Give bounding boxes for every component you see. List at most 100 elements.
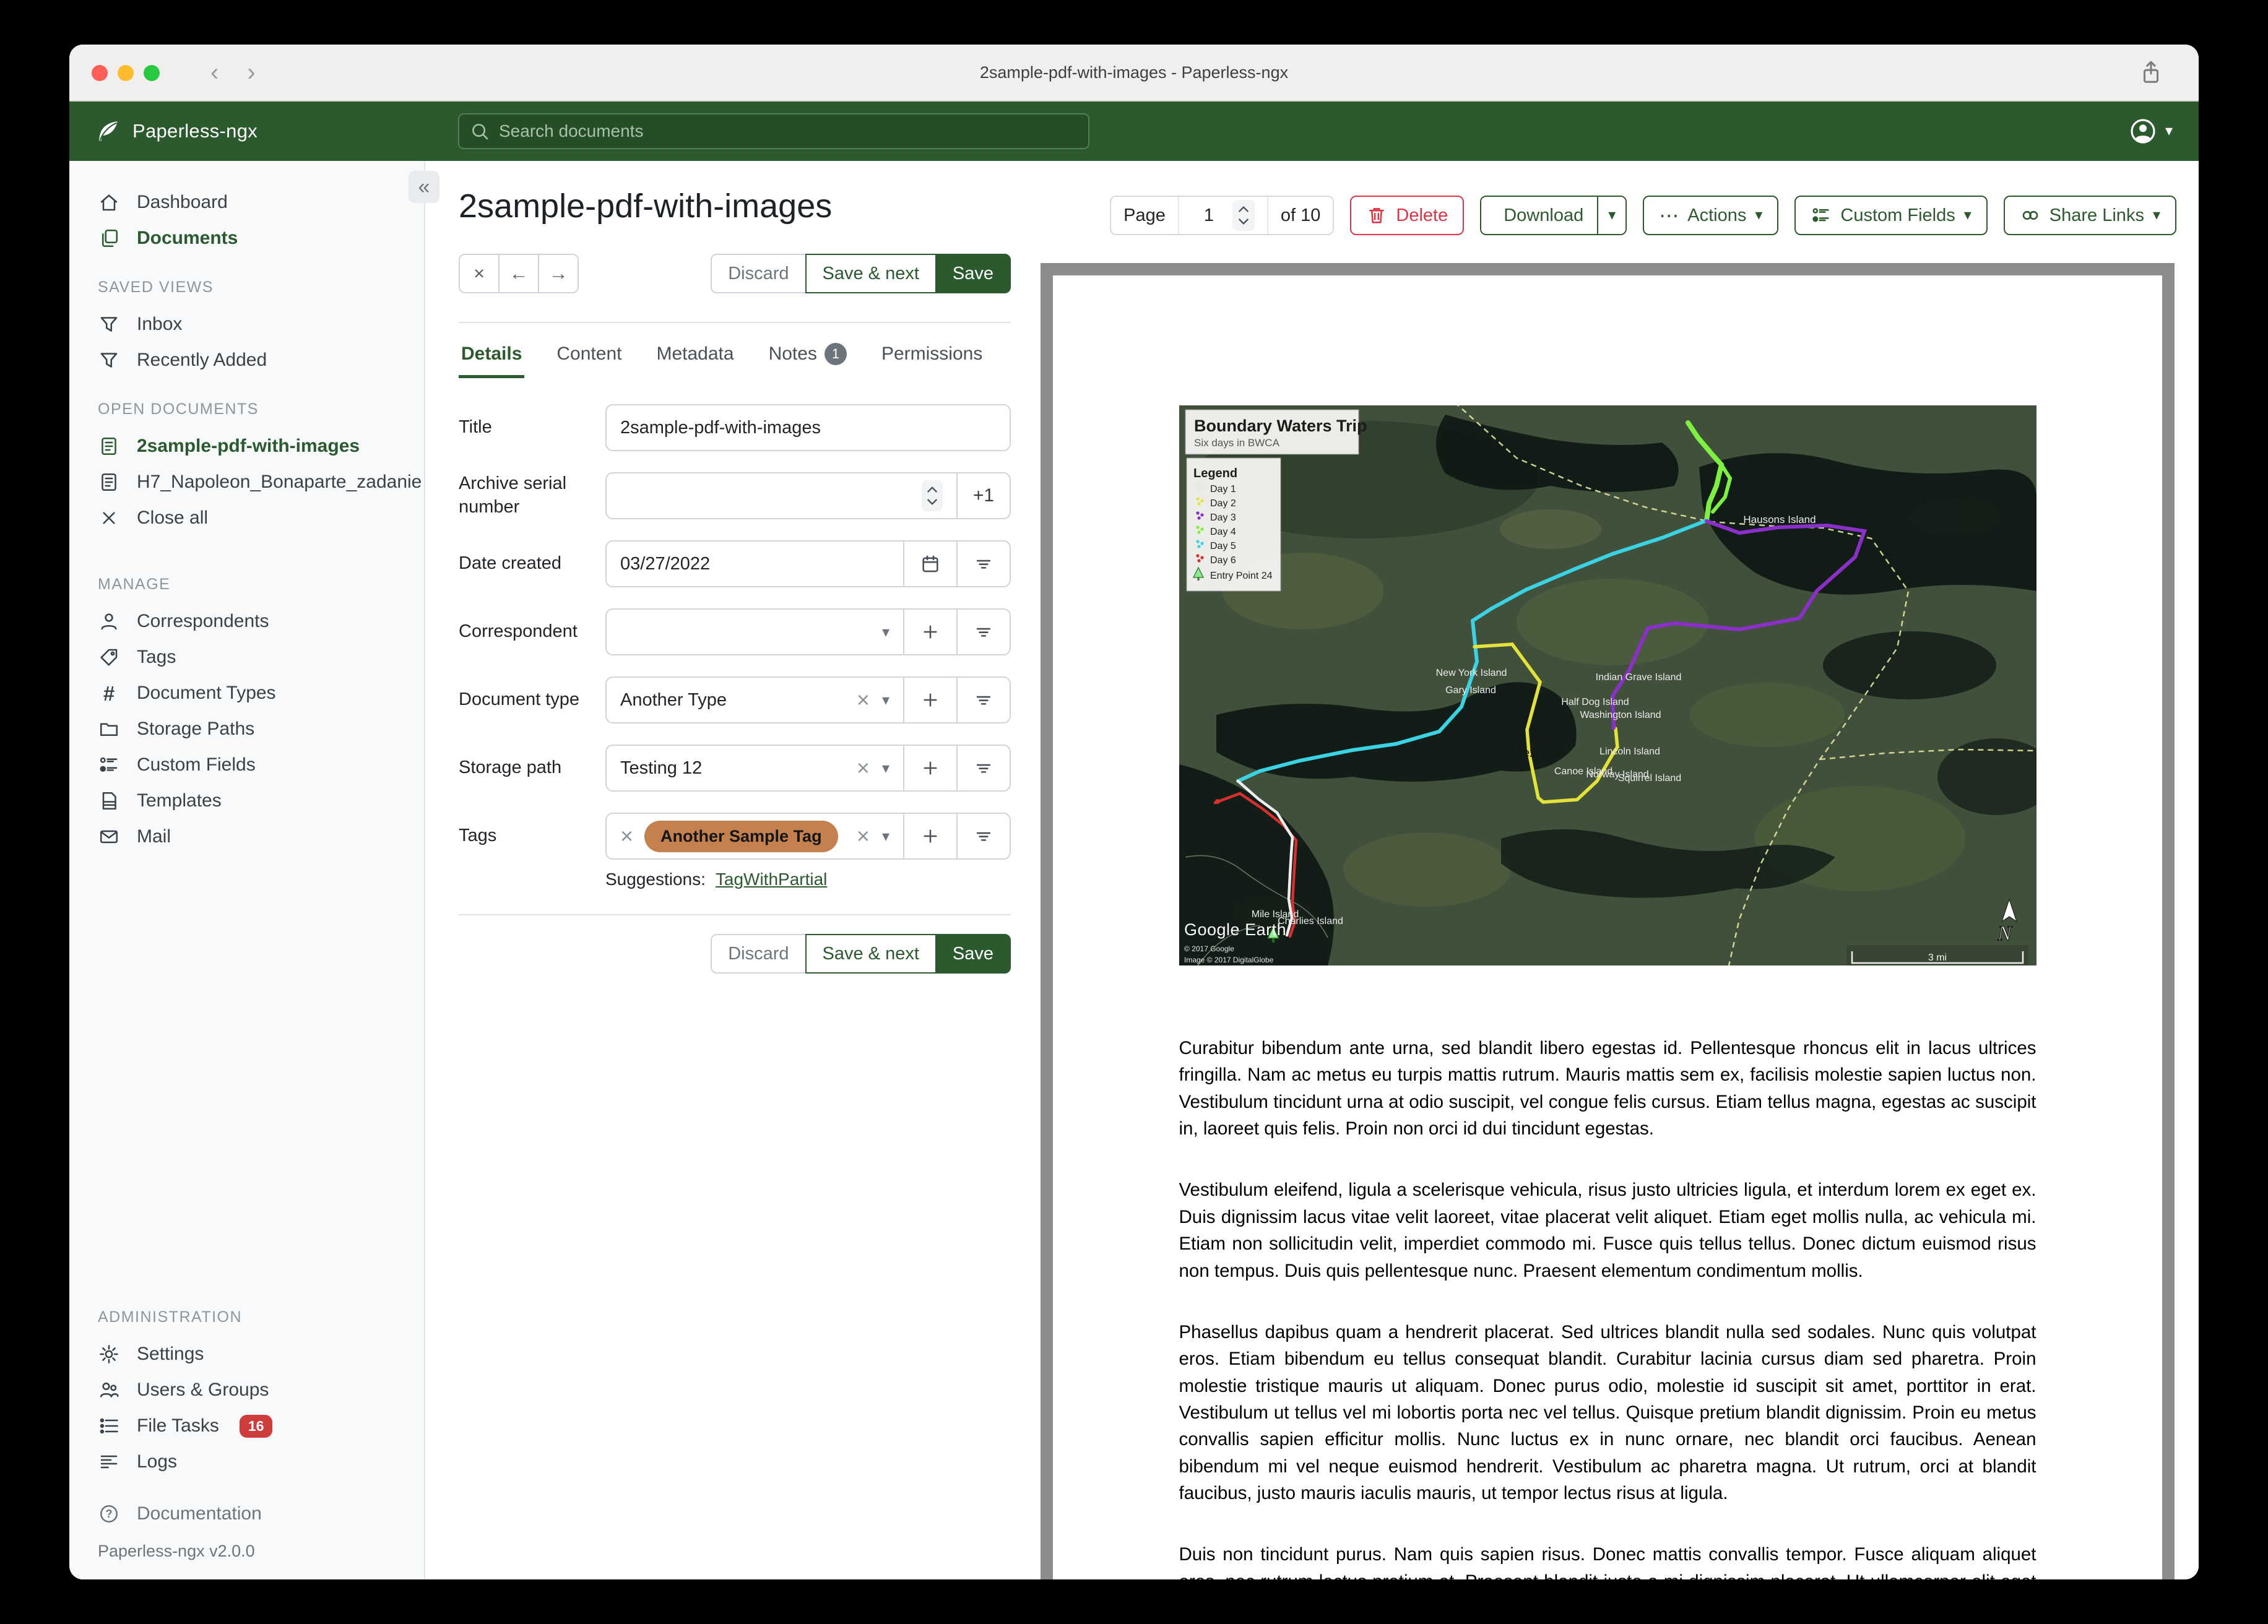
close-document-button[interactable]: × — [459, 254, 500, 293]
sidebar-item-users-groups[interactable]: Users & Groups — [69, 1372, 424, 1408]
divider — [459, 914, 1011, 915]
sidebar-item-label: Mail — [137, 826, 171, 847]
asn-plus-one-button[interactable]: +1 — [956, 473, 1010, 518]
sidebar-item-label: File Tasks — [137, 1415, 219, 1436]
search-input[interactable] — [499, 121, 1078, 141]
remove-tag-icon[interactable]: × — [620, 825, 633, 847]
chevron-down-icon: ▾ — [1963, 207, 1972, 223]
add-storage-path-button[interactable] — [903, 746, 956, 790]
asn-field-label: Archive serial number — [459, 473, 567, 517]
sidebar-item-documentation[interactable]: ? Documentation — [69, 1496, 424, 1532]
previous-document-button[interactable]: ← — [498, 254, 539, 293]
sidebar-item-storage-paths[interactable]: Storage Paths — [69, 711, 424, 747]
map-subtitle: Six days in BWCA — [1194, 437, 1280, 449]
next-document-button[interactable]: → — [538, 254, 579, 293]
share-links-button[interactable]: Share Links ▾ — [2003, 196, 2176, 235]
storage-path-select[interactable]: Testing 12 × ▾ — [607, 746, 903, 790]
clear-icon[interactable]: × — [857, 825, 870, 847]
sidebar-collapse-button[interactable]: « — [409, 171, 439, 203]
minimize-window-button[interactable] — [118, 65, 134, 81]
sidebar-item-settings[interactable]: Settings — [69, 1336, 424, 1372]
gear-icon — [100, 1345, 118, 1363]
correspondent-select[interactable]: ▾ — [607, 610, 903, 654]
close-icon — [103, 512, 115, 524]
sidebar-item-close-all[interactable]: Close all — [69, 500, 424, 536]
save-button[interactable]: Save — [935, 934, 1011, 974]
pdf-preview-pane[interactable]: Hausons Island New York Island Gary Isla… — [1041, 263, 2175, 1579]
tab-metadata[interactable]: Metadata — [654, 334, 736, 378]
sidebar-item-file-tasks[interactable]: File Tasks 16 — [69, 1408, 424, 1444]
tab-notes[interactable]: Notes 1 — [766, 334, 849, 378]
actions-button[interactable]: ⋯ Actions ▾ — [1643, 196, 1779, 235]
clear-icon[interactable]: × — [857, 757, 870, 779]
zoom-window-button[interactable] — [144, 65, 160, 81]
add-correspondent-button[interactable] — [903, 610, 956, 654]
document-type-select[interactable]: Another Type × ▾ — [607, 678, 903, 722]
brand[interactable]: Paperless-ngx — [69, 118, 458, 145]
correspondent-filter-button[interactable] — [956, 610, 1010, 654]
sidebar-item-logs[interactable]: Logs — [69, 1444, 424, 1480]
suggestion-link[interactable]: TagWithPartial — [716, 870, 828, 889]
page-number-input[interactable] — [1191, 205, 1226, 226]
add-tag-button[interactable] — [903, 814, 956, 858]
app-header: Paperless-ngx ▾ — [69, 102, 2199, 161]
sidebar-item-recently-added[interactable]: Recently Added — [69, 342, 424, 378]
sidebar-item-dashboard[interactable]: Dashboard — [69, 184, 424, 220]
sidebar-item-label: Tags — [137, 647, 176, 667]
close-window-button[interactable] — [92, 65, 108, 81]
share-icon[interactable] — [2137, 58, 2165, 87]
page-label: Page — [1123, 205, 1166, 225]
discard-button[interactable]: Discard — [711, 934, 807, 974]
home-icon — [100, 194, 118, 211]
storage-path-filter-button[interactable] — [956, 746, 1010, 790]
add-document-type-button[interactable] — [903, 678, 956, 722]
date-created-input[interactable] — [620, 553, 889, 574]
save-and-next-button[interactable]: Save & next — [805, 254, 937, 293]
page-stepper[interactable] — [1232, 200, 1255, 231]
date-filter-button[interactable] — [956, 542, 1010, 586]
plus-icon — [924, 829, 937, 843]
user-menu[interactable]: ▾ — [2128, 116, 2199, 146]
title-input[interactable] — [620, 417, 996, 438]
browser-forward-icon[interactable]: › — [247, 59, 255, 87]
tags-filter-button[interactable] — [956, 814, 1010, 858]
sidebar-item-mail[interactable]: Mail — [69, 819, 424, 855]
link-icon — [2022, 210, 2038, 220]
custom-fields-button[interactable]: Custom Fields ▾ — [1794, 196, 1988, 235]
save-button[interactable]: Save — [935, 254, 1011, 293]
clear-icon[interactable]: × — [857, 689, 870, 711]
sidebar-item-document-types[interactable]: # Document Types — [69, 675, 424, 711]
tab-details[interactable]: Details — [459, 334, 525, 378]
map-scale-bar: 3 mi — [1846, 945, 2028, 965]
collapse-chevrons-icon: « — [418, 175, 430, 199]
discard-button[interactable]: Discard — [711, 254, 807, 293]
download-dropdown-button[interactable]: ▾ — [1597, 197, 1626, 234]
asn-stepper[interactable] — [922, 480, 943, 511]
document-icon — [102, 437, 116, 456]
sidebar-item-correspondents[interactable]: Correspondents — [69, 603, 424, 639]
save-button-group-top: Discard Save & next Save — [711, 254, 1011, 293]
browser-back-icon[interactable]: ‹ — [210, 59, 219, 87]
sidebar-item-open-doc-2[interactable]: H7_Napoleon_Bonaparte_zadanie — [69, 464, 424, 500]
sidebar-item-documents[interactable]: Documents — [69, 220, 424, 256]
asn-input[interactable] — [620, 485, 922, 506]
sidebar-item-open-doc-1[interactable]: 2sample-pdf-with-images — [69, 428, 424, 464]
sidebar-item-tags[interactable]: Tags — [69, 639, 424, 675]
filter-lines-icon — [976, 559, 991, 569]
tag-chip[interactable]: Another Sample Tag — [644, 820, 838, 852]
calendar-button[interactable] — [903, 542, 956, 586]
search-bar[interactable] — [458, 113, 1089, 149]
sidebar-item-custom-fields[interactable]: Custom Fields — [69, 747, 424, 783]
download-button[interactable]: Download — [1481, 197, 1598, 234]
save-and-next-button[interactable]: Save & next — [805, 934, 937, 974]
tab-permissions[interactable]: Permissions — [879, 334, 985, 378]
page-number-field[interactable] — [1177, 197, 1267, 234]
delete-button[interactable]: Delete — [1350, 196, 1465, 235]
chevron-down-icon: ▾ — [1755, 207, 1763, 223]
sidebar-item-templates[interactable]: Templates — [69, 783, 424, 819]
tab-content[interactable]: Content — [554, 334, 624, 378]
tags-select[interactable]: × Another Sample Tag × ▾ — [607, 814, 903, 858]
document-type-filter-button[interactable] — [956, 678, 1010, 722]
svg-text:?: ? — [106, 1508, 113, 1520]
sidebar-item-inbox[interactable]: Inbox — [69, 306, 424, 342]
